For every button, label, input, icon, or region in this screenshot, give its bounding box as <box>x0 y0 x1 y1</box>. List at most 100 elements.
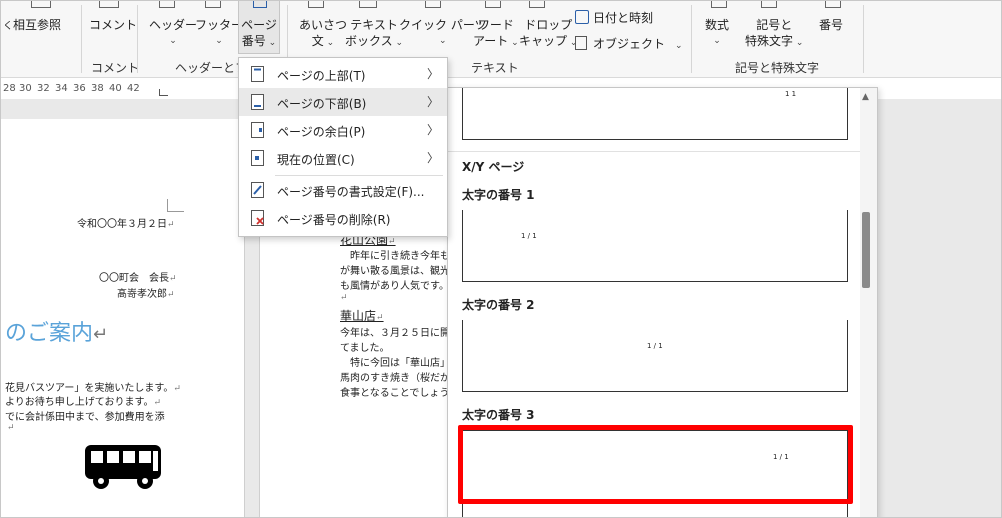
chevron-right-icon: 〉 <box>426 151 439 165</box>
footer-button[interactable]: フッター ⌄ <box>195 17 243 49</box>
wordart-button[interactable]: ワード アート ⌄ <box>473 17 519 51</box>
horizontal-ruler[interactable]: 28 30 32 34 36 38 40 42 <box>1 79 245 99</box>
gallery-scrollbar[interactable] <box>860 88 877 517</box>
cross-reference-button[interactable]: く相互参照 <box>3 17 61 35</box>
chevron-down-icon: ⌄ <box>675 41 683 51</box>
dropcap-button[interactable]: ドロップ キャップ ⌄ <box>519 17 577 51</box>
doc-sender-2-text: 髙嵜孝次郎 <box>117 289 167 300</box>
page-number-label-text: 番号 <box>241 34 266 48</box>
return-mark-icon: ↵ <box>388 237 396 247</box>
dropcap-label-2: キャップ <box>519 34 568 48</box>
greeting-icon <box>308 1 324 8</box>
menu-item-label: ページ番号の書式設定(F)... <box>277 185 425 199</box>
chevron-right-icon: 〉 <box>426 123 439 137</box>
doc-p2-line: 昨年に引き続き今年も <box>340 251 450 262</box>
remove-page-number-icon <box>251 210 264 226</box>
scrollbar-thumb[interactable] <box>862 212 870 288</box>
menu-item-bottom-of-page[interactable]: ページの下部(B) 〉 <box>239 88 447 116</box>
return-mark-icon: ↵ <box>169 274 177 284</box>
return-mark-icon: ↵ <box>173 384 181 394</box>
chevron-right-icon: 〉 <box>426 67 439 81</box>
chevron-down-icon: ⌄ <box>215 36 223 46</box>
doc-p2-line: 今年は、３月２５日に開 <box>340 328 450 339</box>
gallery-separator <box>448 151 860 152</box>
menu-item-current-position[interactable]: 現在の位置(C) 〉 <box>239 144 447 172</box>
scroll-up-icon[interactable]: ▲ <box>862 92 869 102</box>
comment-icon <box>99 1 119 8</box>
doc-title: のご案内↵ <box>5 315 108 347</box>
doc-sender-1-text: 〇〇町会 会長 <box>99 273 169 284</box>
equation-icon <box>711 1 727 8</box>
menu-item-top-of-page[interactable]: ページの上部(T) 〉 <box>239 60 447 88</box>
highlight-box <box>458 425 853 504</box>
greeting-label-line2: 文 ⌄ <box>299 33 347 51</box>
datetime-button[interactable]: 日付と時刻 <box>575 10 653 26</box>
doc-p2-line: てました。 <box>340 343 390 354</box>
return-mark-icon: ↵ <box>340 293 348 303</box>
return-mark-icon: ↵ <box>167 220 175 230</box>
menu-item-label: ページの余白(P) <box>277 125 366 139</box>
ruler-indent-marker[interactable] <box>159 89 168 96</box>
dropcap-label-1: ドロップ <box>524 18 573 32</box>
gallery-item-bold-number-1[interactable]: 1 / 1 <box>462 210 848 282</box>
object-button[interactable]: オブジェクト ⌄ <box>575 36 683 54</box>
header-icon <box>159 1 175 8</box>
ruler-tick: 40 <box>109 83 122 94</box>
wordart-icon <box>485 1 501 8</box>
chevron-down-icon: ⌄ <box>793 38 804 48</box>
ruler-tick: 42 <box>127 83 140 94</box>
page-number-preview: 1 / 1 <box>521 232 537 240</box>
return-mark-icon: ↵ <box>7 423 15 433</box>
wordart-label-2: アート <box>473 34 509 48</box>
quick-parts-icon <box>425 1 441 8</box>
datetime-label: 日付と時刻 <box>593 11 654 25</box>
menu-item-label: ページの上部(T) <box>277 69 366 83</box>
gallery-section-label: X/Y ページ <box>462 160 525 174</box>
gallery-item-label-1: 太字の番号 1 <box>462 188 535 202</box>
header-button[interactable]: ヘッダー ⌄ <box>149 17 197 49</box>
doc-p2-line: 食事となることでしょう <box>340 388 450 399</box>
page-number-label: ページ 番号 ⌄ <box>241 17 277 51</box>
symbol-button[interactable]: 記号と 特殊文字 ⌄ <box>745 17 803 51</box>
chevron-down-icon: ⌄ <box>508 38 519 48</box>
textbox-label-1: テキスト <box>350 18 398 32</box>
symbols-group-label: 記号と特殊文字 <box>735 61 820 75</box>
symbol-icon <box>761 1 777 8</box>
chevron-down-icon: ⌄ <box>323 38 335 48</box>
ribbon: く相互参照 コメント コメント ヘッダー ⌄ フッター ⌄ ページ 番号 ⌄ ヘ… <box>1 1 1001 78</box>
greeting-button[interactable]: あいさつ 文 ⌄ <box>299 17 347 51</box>
doc-sender-2: 髙嵜孝次郎↵ <box>117 285 175 300</box>
equation-button[interactable]: 数式 ⌄ <box>705 17 729 49</box>
textbox-button[interactable]: テキスト ボックス ⌄ <box>345 17 403 51</box>
doc-heading-2-text: 華山店 <box>340 309 377 323</box>
doc-body-2-text: よりお待ち申し上げております。 <box>5 397 154 408</box>
number-button[interactable]: 番号 <box>819 17 843 33</box>
doc-body-3-text: でに会計係田中まで、参加費用を添 <box>5 412 165 423</box>
object-label: オブジェクト <box>593 37 666 51</box>
doc-p2-line: 特に今回は「華山店」の <box>340 358 460 369</box>
menu-item-page-margin[interactable]: ページの余白(P) 〉 <box>239 116 447 144</box>
menu-item-format-page-numbers[interactable]: ページ番号の書式設定(F)... <box>239 176 447 204</box>
return-mark-icon: ↵ <box>167 290 175 300</box>
doc-body-1: 花見バスツアー」を実施いたします。↵ <box>5 379 181 394</box>
cross-reference-label: 相互参照 <box>13 18 62 32</box>
window: く相互参照 コメント コメント ヘッダー ⌄ フッター ⌄ ページ 番号 ⌄ ヘ… <box>0 0 1002 518</box>
menu-item-label: ページ番号の削除(R) <box>277 213 391 227</box>
current-position-icon <box>251 150 264 166</box>
number-label: 番号 <box>819 18 844 32</box>
symbol-label-line2: 特殊文字 ⌄ <box>745 33 803 51</box>
doc-body-3: でに会計係田中まで、参加費用を添 <box>5 408 165 423</box>
comment-button[interactable]: コメント <box>89 17 137 33</box>
ruler-tick: 38 <box>91 83 104 94</box>
calendar-icon <box>575 10 589 24</box>
menu-item-remove-page-numbers[interactable]: ページ番号の削除(R) <box>239 204 447 232</box>
preview-edge <box>462 210 463 282</box>
page-top-icon <box>251 66 264 82</box>
page-bottom-icon <box>251 94 264 110</box>
gallery-item-previous[interactable]: 1 1 <box>462 88 848 140</box>
chevron-down-icon: ⌄ <box>265 38 277 48</box>
textbox-label-line2: ボックス ⌄ <box>345 33 403 51</box>
page-margin-icon <box>251 122 264 138</box>
gallery-item-bold-number-2[interactable]: 1 / 1 <box>462 320 848 392</box>
doc-p2-line: が舞い散る風景は、観光 <box>340 266 450 277</box>
